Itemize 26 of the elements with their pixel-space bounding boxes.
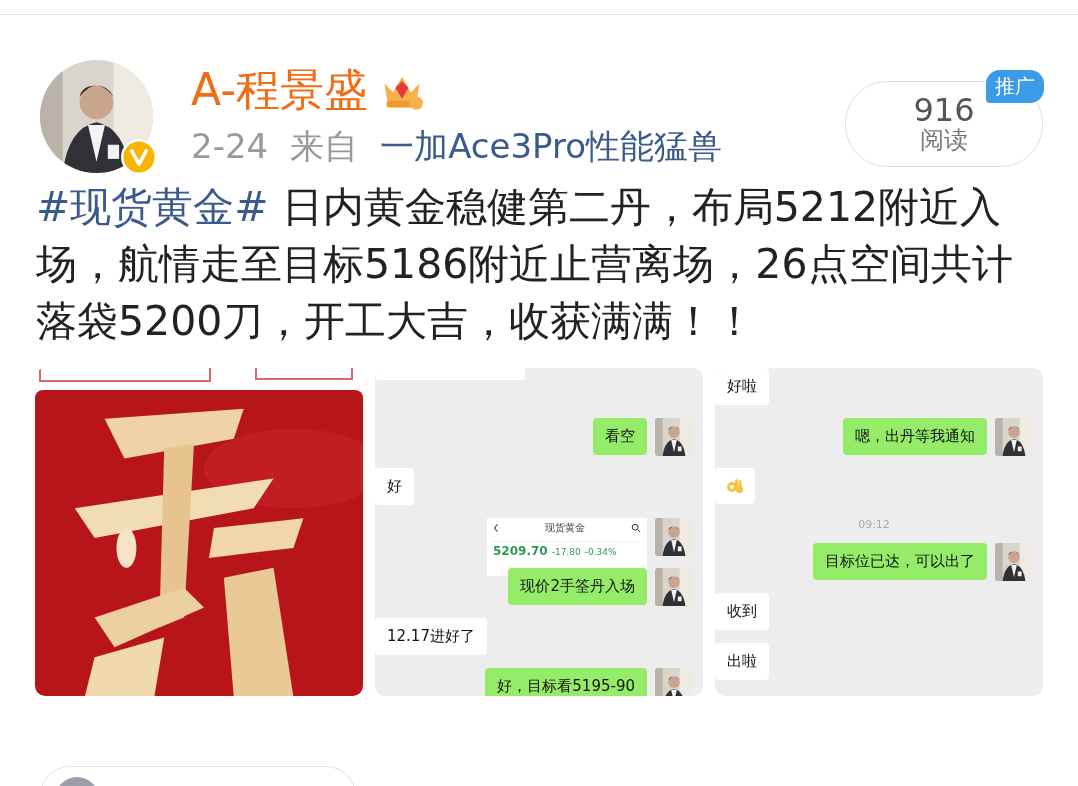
back-icon [493, 523, 499, 533]
chat-time: 09:12 [858, 518, 890, 531]
stock-price: 5209.70 [493, 544, 548, 558]
promo-tag: 推广 [986, 70, 1044, 103]
price-change: -17.80 [551, 547, 581, 557]
device-link[interactable]: 一加Ace3Pro性能猛兽 [380, 128, 722, 166]
chat-bubble: 好，目标看5195-90 [485, 668, 647, 696]
chat-bubble: 出啦 [715, 643, 769, 680]
price-percent: -0.34% [584, 547, 617, 557]
chat-bubble: 收到 [715, 593, 769, 630]
chat-bubble: 看空 [593, 418, 647, 455]
stock-title: 现货黄金 [545, 521, 585, 535]
chat-bubble: 好 [375, 468, 414, 505]
post-text: #现货黄金# 日内黄金稳健第二丹，布局5212附近入场，航情走至目标5186附近止营离场，26点空间共计落袋5200刀，开工大吉，收获满满！！ [36, 182, 1014, 347]
chat-bubble: 目标位已达，可以出了 [813, 543, 987, 580]
chat-bubble: 好啦 [715, 368, 769, 405]
hashtag-link[interactable]: #现货黄金# [36, 183, 269, 231]
chat-bubble: 现价2手筌丹入场 [508, 568, 647, 605]
read-label: 阅读 [920, 125, 968, 155]
read-count: 916 [913, 93, 975, 126]
ok-hand-icon [725, 476, 745, 496]
chat-bubble: 12.17进好了 [375, 618, 487, 655]
post-date: 2-24 [191, 128, 269, 166]
search-icon [631, 523, 641, 533]
chat-bubble: 嗯，出丹等我通知 [843, 418, 987, 455]
source-label: 来自 [290, 128, 359, 166]
